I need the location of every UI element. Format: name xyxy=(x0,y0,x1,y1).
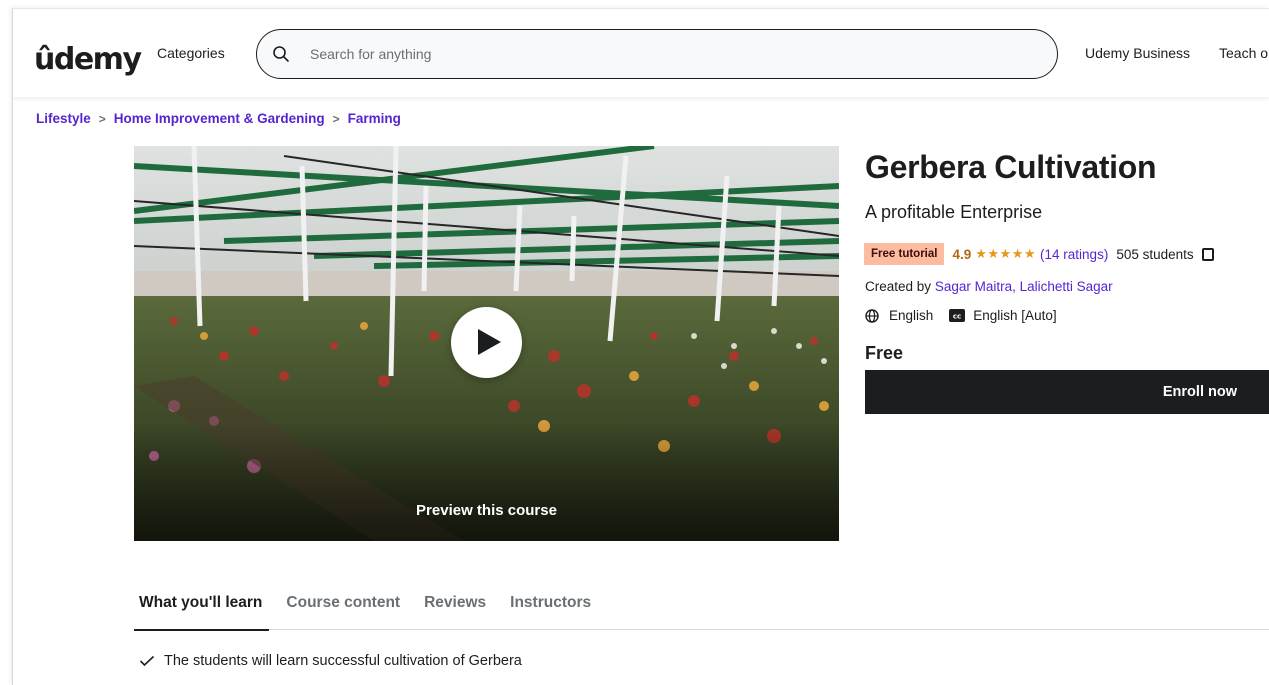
tab-instructors[interactable]: Instructors xyxy=(505,584,596,630)
instructor-links[interactable]: Sagar Maitra, Lalichetti Sagar xyxy=(935,279,1113,294)
tab-reviews[interactable]: Reviews xyxy=(419,584,491,630)
language-row: English cc English [Auto] xyxy=(865,308,1057,323)
learn-item: The students will learn successful culti… xyxy=(139,653,522,669)
check-icon xyxy=(139,655,155,667)
search-icon[interactable] xyxy=(272,45,290,63)
play-icon xyxy=(478,329,501,355)
tab-what-youll-learn[interactable]: What you'll learn xyxy=(134,584,270,631)
breadcrumb-farming[interactable]: Farming xyxy=(348,111,401,126)
learn-item-text: The students will learn successful culti… xyxy=(164,653,522,669)
enroll-now-button[interactable]: Enroll now xyxy=(865,370,1269,414)
chevron-right-icon: > xyxy=(332,111,340,126)
course-preview-video[interactable]: Preview this course xyxy=(134,146,839,541)
caption-language: English [Auto] xyxy=(973,308,1057,323)
categories-link[interactable]: Categories xyxy=(157,45,225,61)
chevron-right-icon: > xyxy=(98,111,106,126)
created-by: Created by Sagar Maitra, Lalichetti Saga… xyxy=(865,279,1113,294)
course-meta: Free tutorial 4.9 ★★★★★ (14 ratings) 505… xyxy=(864,243,1214,265)
tab-course-content[interactable]: Course content xyxy=(281,584,405,630)
top-header: ûdemy Categories Udemy Business Teach o xyxy=(13,9,1269,97)
globe-icon xyxy=(865,308,879,323)
course-subtitle: A profitable Enterprise xyxy=(865,202,1043,222)
teach-link[interactable]: Teach o xyxy=(1219,45,1268,61)
svg-text:cc: cc xyxy=(953,313,961,321)
closed-captions-icon: cc xyxy=(949,309,966,322)
course-tabs: What you'll learn Course content Reviews… xyxy=(134,584,1269,631)
page-frame: ûdemy Categories Udemy Business Teach o … xyxy=(12,8,1269,685)
course-title: Gerbera Cultivation xyxy=(865,149,1157,185)
breadcrumb-home-improvement[interactable]: Home Improvement & Gardening xyxy=(114,111,325,126)
course-price: Free xyxy=(865,343,904,363)
clipped-icon xyxy=(1201,247,1214,261)
search-input[interactable] xyxy=(310,46,990,62)
students-count: 505 students xyxy=(1116,246,1194,262)
rating-value: 4.9 xyxy=(952,246,972,262)
created-by-label: Created by xyxy=(865,279,932,294)
logo-text: ûdemy xyxy=(34,42,142,77)
udemy-business-link[interactable]: Udemy Business xyxy=(1085,45,1190,61)
preview-course-label: Preview this course xyxy=(416,502,557,519)
course-language: English xyxy=(889,308,934,323)
play-button[interactable] xyxy=(451,307,522,378)
search-bar[interactable] xyxy=(256,29,1058,79)
udemy-logo[interactable]: ûdemy xyxy=(34,31,142,77)
free-tutorial-badge: Free tutorial xyxy=(864,243,945,265)
breadcrumb: Lifestyle > Home Improvement & Gardening… xyxy=(36,111,401,126)
breadcrumb-lifestyle[interactable]: Lifestyle xyxy=(36,111,91,126)
star-rating-icon: ★★★★★ xyxy=(975,246,1037,261)
ratings-count-link[interactable]: (14 ratings) xyxy=(1040,247,1108,262)
